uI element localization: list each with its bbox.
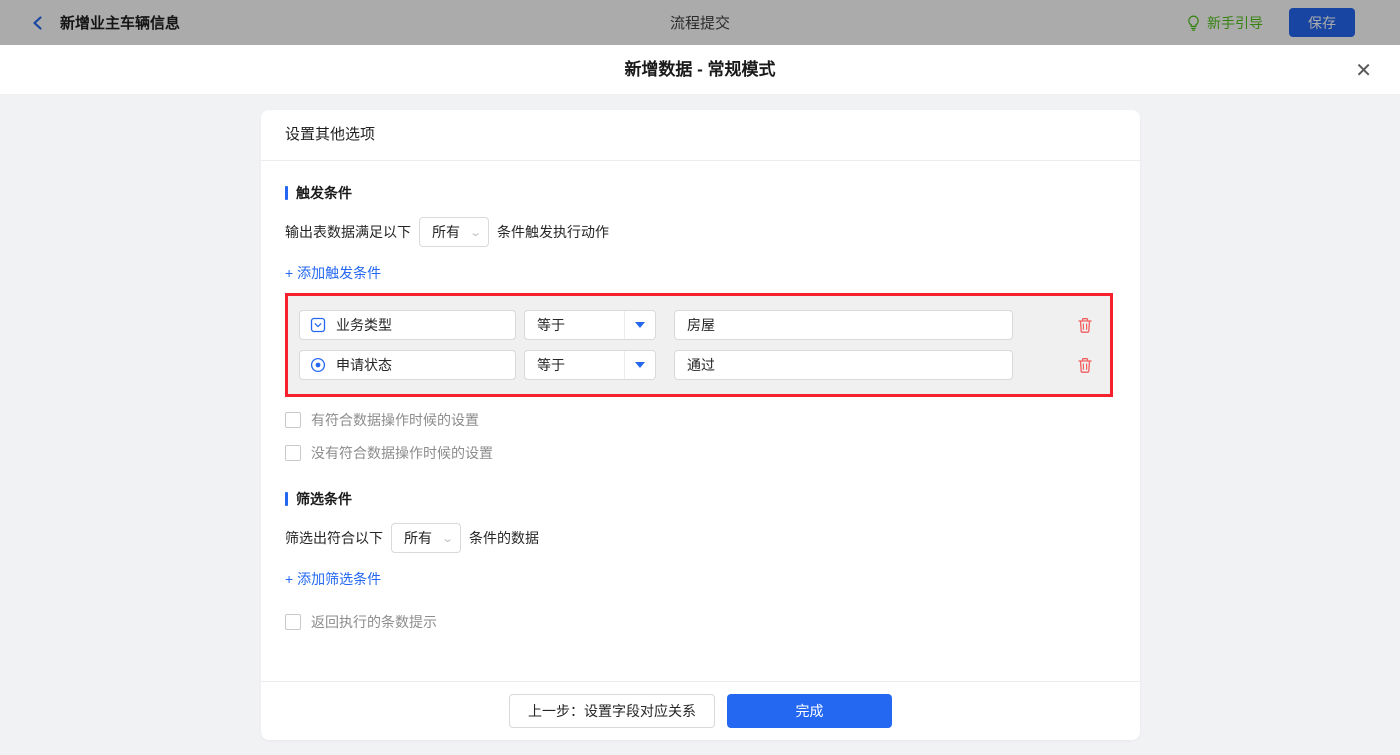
trigger-section-label: 触发条件: [296, 185, 352, 201]
checkbox-row-has-match: 有符合数据操作时候的设置: [285, 410, 1116, 430]
filter-sentence: 筛选出符合以下 所有 ⌄ 条件的数据: [285, 523, 1116, 553]
section-accent-bar: [285, 186, 288, 200]
condition-operator-value: 等于: [537, 317, 565, 333]
condition-operator-value: 等于: [537, 357, 565, 373]
trigger-section-title: 触发条件: [285, 183, 1116, 203]
operator-caret-icon: [624, 311, 655, 339]
filter-section-title: 筛选条件: [285, 489, 1116, 509]
annotation-highlight-box: 业务类型 等于 房屋 申请状态 等于 通过: [285, 293, 1113, 397]
filter-sentence-suffix: 条件的数据: [469, 530, 539, 546]
modal-backdrop: [0, 0, 1400, 45]
trigger-sentence-prefix: 输出表数据满足以下: [285, 224, 411, 240]
delete-condition-icon[interactable]: [1077, 317, 1093, 334]
radio-field-icon: [310, 357, 326, 373]
card-footer: 上一步：设置字段对应关系 完成: [261, 681, 1140, 740]
add-trigger-condition-link[interactable]: + 添加触发条件: [285, 263, 381, 283]
filter-match-select[interactable]: 所有 ⌄: [391, 523, 461, 553]
checkbox-label: 没有符合数据操作时候的设置: [311, 445, 493, 461]
card-body: 触发条件 输出表数据满足以下 所有 ⌄ 条件触发执行动作 + 添加触发条件 业务…: [261, 161, 1140, 632]
trigger-match-select-value: 所有: [432, 224, 460, 240]
condition-operator-select[interactable]: 等于: [524, 350, 656, 380]
condition-field-label: 申请状态: [336, 357, 392, 373]
add-filter-condition-link[interactable]: + 添加筛选条件: [285, 569, 381, 589]
trigger-sentence-suffix: 条件触发执行动作: [497, 224, 609, 240]
condition-row: 申请状态 等于 通过: [299, 350, 1099, 380]
trigger-match-select[interactable]: 所有 ⌄: [419, 217, 489, 247]
condition-row: 业务类型 等于 房屋: [299, 310, 1099, 340]
delete-condition-icon[interactable]: [1077, 357, 1093, 374]
checkbox-row-no-match: 没有符合数据操作时候的设置: [285, 443, 1116, 463]
card-header-title: 设置其他选项: [261, 110, 1140, 161]
section-accent-bar: [285, 492, 288, 506]
condition-operator-select[interactable]: 等于: [524, 310, 656, 340]
previous-step-button[interactable]: 上一步：设置字段对应关系: [509, 694, 715, 728]
done-button[interactable]: 完成: [727, 694, 892, 728]
condition-value-input[interactable]: 通过: [674, 350, 1013, 380]
trigger-sentence: 输出表数据满足以下 所有 ⌄ 条件触发执行动作: [285, 217, 1116, 247]
condition-field-select[interactable]: 申请状态: [299, 350, 516, 380]
condition-value-input[interactable]: 房屋: [674, 310, 1013, 340]
checkbox-label: 有符合数据操作时候的设置: [311, 412, 479, 428]
chevron-down-icon: ⌄: [468, 226, 482, 239]
filter-sentence-prefix: 筛选出符合以下: [285, 530, 383, 546]
checkbox-row-return-count: 返回执行的条数提示: [285, 612, 1116, 632]
chevron-down-icon: ⌄: [440, 532, 454, 545]
checkbox-label: 返回执行的条数提示: [311, 614, 437, 630]
options-card: 设置其他选项 触发条件 输出表数据满足以下 所有 ⌄ 条件触发执行动作 + 添加…: [261, 110, 1140, 740]
checkbox[interactable]: [285, 614, 301, 630]
select-field-icon: [310, 317, 326, 333]
app-window: 新增业主车辆信息 流程提交 新手引导 保存 新增数据 - 常规模式 ✕ 设置其他…: [0, 0, 1400, 755]
condition-field-select[interactable]: 业务类型: [299, 310, 516, 340]
checkbox[interactable]: [285, 445, 301, 461]
modal-title: 新增数据 - 常规模式: [624, 60, 776, 79]
filter-section-label: 筛选条件: [296, 491, 352, 507]
filter-match-select-value: 所有: [404, 530, 432, 546]
modal-header: 新增数据 - 常规模式 ✕: [0, 45, 1400, 95]
condition-field-label: 业务类型: [336, 317, 392, 333]
close-icon[interactable]: ✕: [1351, 45, 1376, 95]
operator-caret-icon: [624, 351, 655, 379]
checkbox[interactable]: [285, 412, 301, 428]
